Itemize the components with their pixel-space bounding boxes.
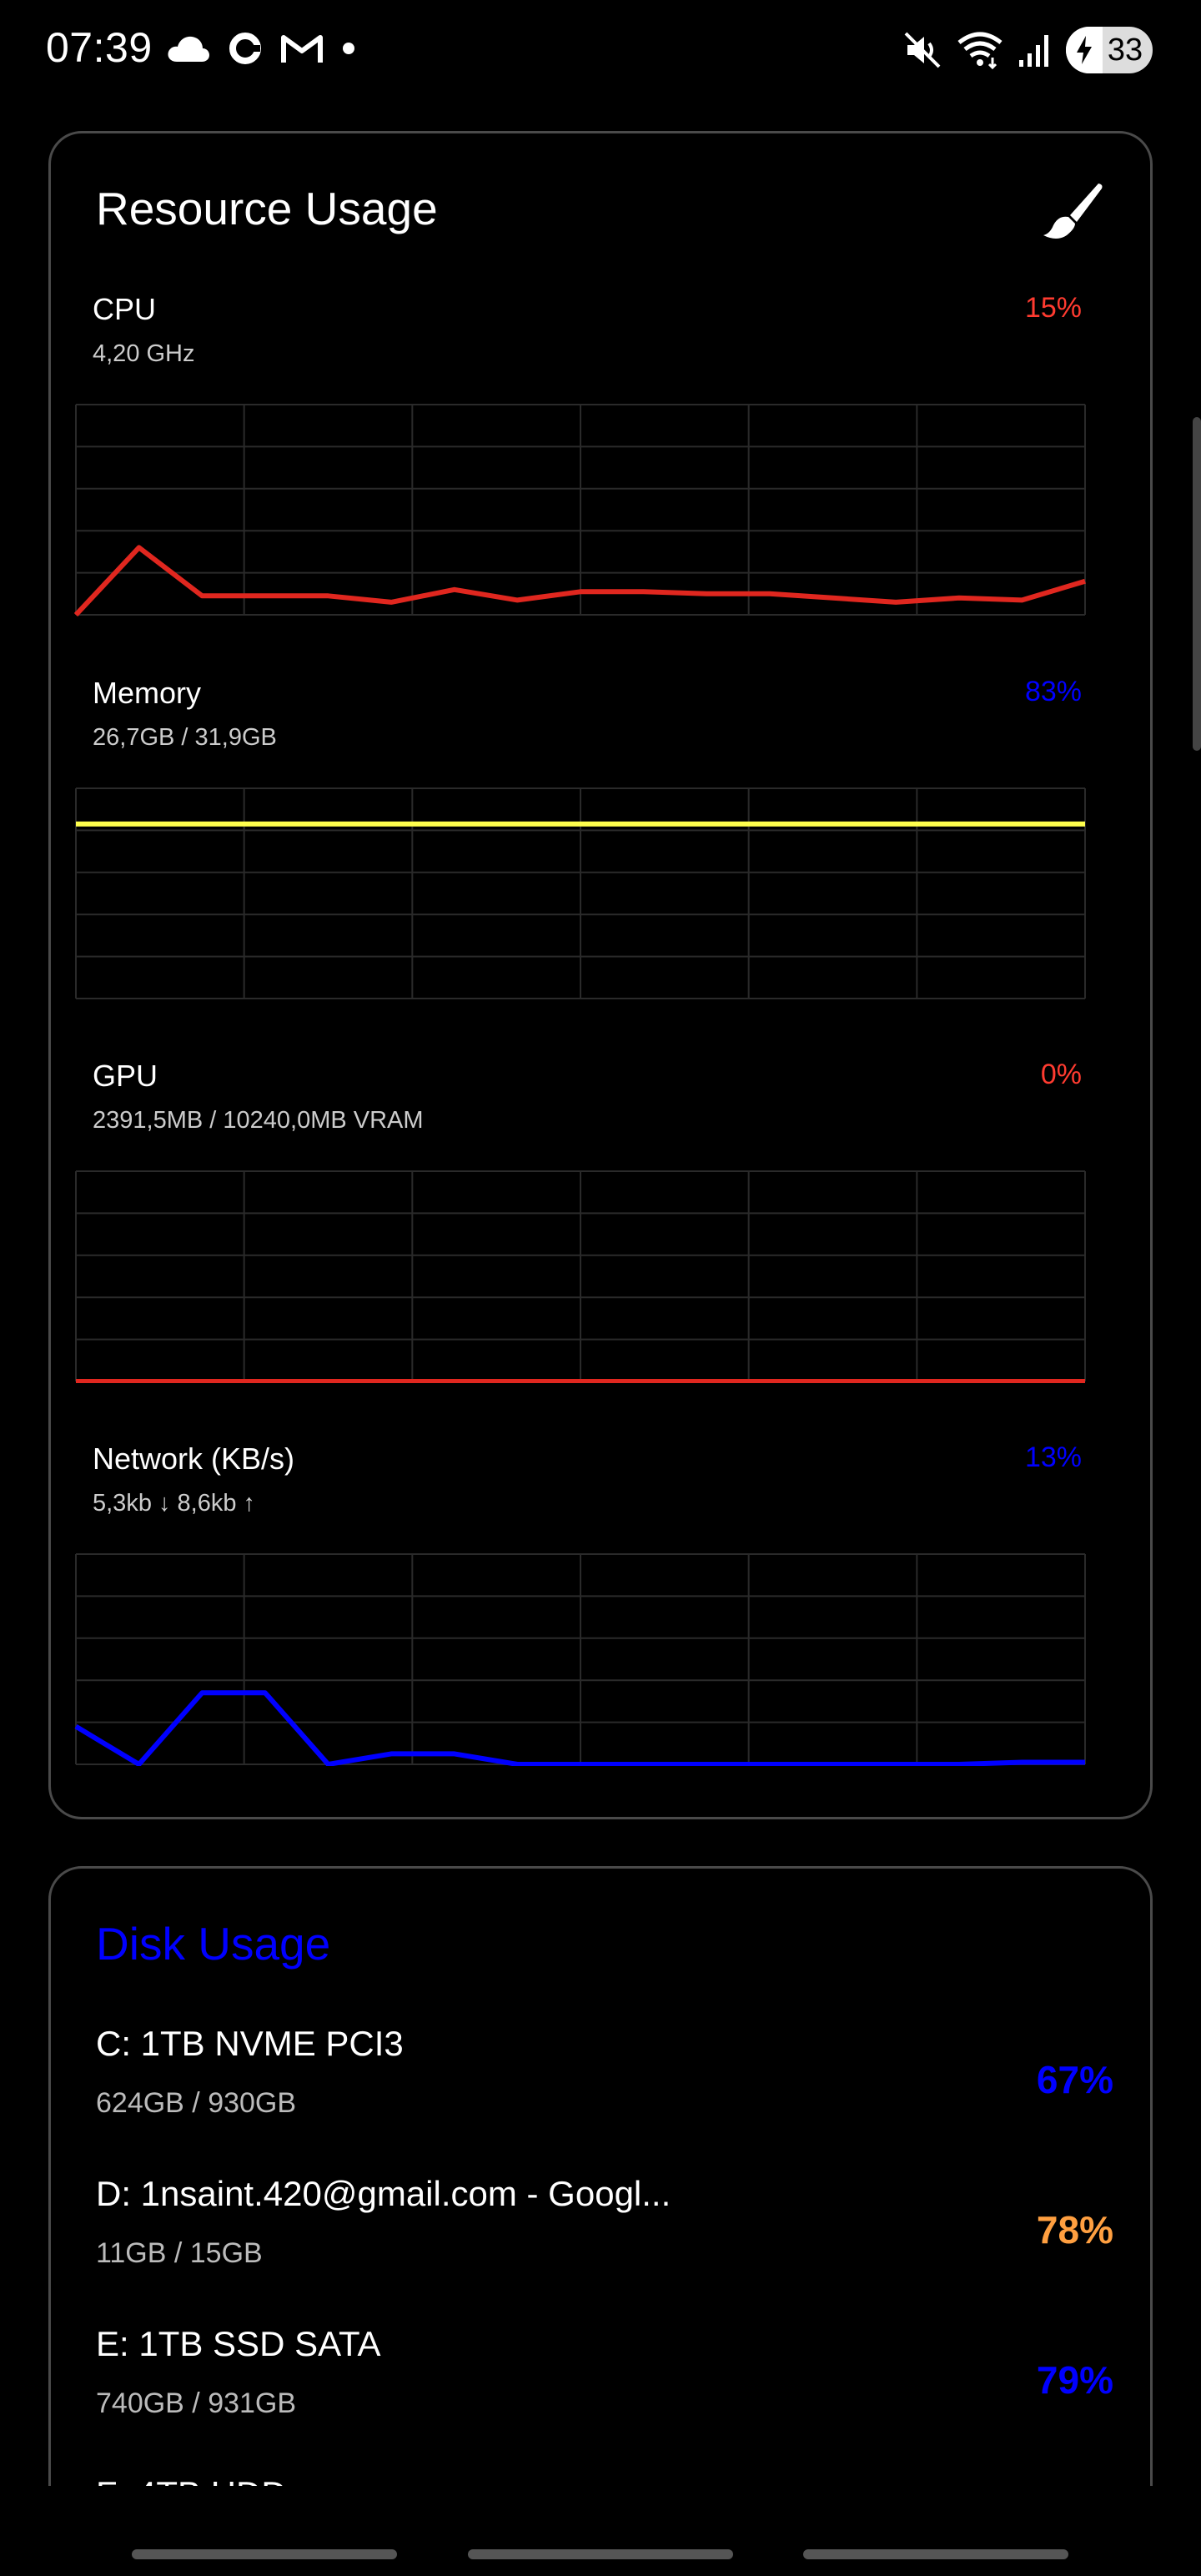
metric-detail: 2391,5MB / 10240,0MB VRAM [93, 1107, 424, 1134]
network-graph [74, 1553, 1086, 1766]
scrollbar[interactable] [1193, 417, 1201, 751]
disk-name: C: 1TB NVME PCI3 [96, 2024, 404, 2063]
dot-icon [343, 43, 354, 54]
disk-card-title: Disk Usage [96, 1918, 331, 1970]
disk-usage-card: Disk Usage C: 1TB NVME PCI3 624GB / 930G… [48, 1866, 1153, 2576]
metric-name: Memory [93, 676, 202, 710]
metric-cpu: CPU 4,20 GHz 15% [73, 292, 1132, 651]
metric-percent: 15% [1024, 292, 1082, 324]
disk-percent: 79% [1036, 2358, 1113, 2402]
app-screen: 07:39 33 Resource Usage CPU 4,20 GHz 15%… [0, 0, 1201, 2576]
disk-name: D: 1nsaint.420@gmail.com - Googl... [96, 2174, 671, 2213]
nav-recents-button[interactable] [132, 2549, 397, 2559]
disk-percent: 78% [1036, 2208, 1113, 2251]
status-time: 07:39 [46, 24, 153, 71]
metric-detail: 5,3kb ↓ 8,6kb ↑ [93, 1490, 256, 1517]
metric-detail: 26,7GB / 31,9GB [93, 724, 277, 751]
cpu-graph [73, 404, 1086, 616]
notification-icons [167, 32, 355, 65]
metric-memory: Memory 26,7GB / 31,9GB 83% [73, 676, 1132, 1034]
wifi-icon [957, 32, 1003, 69]
metric-name: GPU [93, 1059, 158, 1093]
metric-name: Network (KB/s) [93, 1441, 295, 1476]
disk-name: E: 1TB SSD SATA [96, 2324, 381, 2363]
metric-gpu: GPU 2391,5MB / 10240,0MB VRAM 0% [73, 1059, 1132, 1417]
navigation-bar [0, 2486, 1201, 2576]
card-title: Resource Usage [96, 183, 438, 234]
brush-icon[interactable] [1040, 180, 1103, 244]
nav-home-button[interactable] [468, 2549, 733, 2559]
signal-icon [1019, 35, 1048, 67]
charging-icon [1066, 27, 1103, 73]
system-icons: 33 [902, 27, 1153, 73]
gpu-graph [75, 1170, 1086, 1383]
nav-back-button[interactable] [803, 2549, 1068, 2559]
metric-name: CPU [93, 292, 157, 326]
resource-usage-card: Resource Usage CPU 4,20 GHz 15% Memory 2… [48, 131, 1153, 1819]
disk-item[interactable]: C: 1TB NVME PCI3 624GB / 930GB 67% [96, 2024, 1113, 2141]
disk-item[interactable]: D: 1nsaint.420@gmail.com - Googl... 11GB… [96, 2174, 1113, 2291]
disk-size: 11GB / 15GB [96, 2237, 263, 2269]
status-bar: 07:39 33 [0, 0, 1201, 103]
memory-graph [75, 787, 1086, 999]
metric-percent: 13% [1024, 1441, 1082, 1473]
disk-size: 740GB / 931GB [96, 2387, 297, 2419]
disk-item[interactable]: E: 1TB SSD SATA 740GB / 931GB 79% [96, 2324, 1113, 2441]
metric-network: Network (KB/s) 5,3kb ↓ 8,6kb ↑ 13% [73, 1441, 1132, 1800]
metric-percent: 83% [1024, 676, 1082, 707]
c-app-icon [229, 33, 261, 64]
metric-percent: 0% [1040, 1059, 1082, 1090]
disk-percent: 67% [1036, 2058, 1113, 2101]
cloud-icon [168, 36, 209, 62]
battery-level: 33 [1107, 32, 1143, 68]
metric-detail: 4,20 GHz [93, 340, 195, 367]
disk-size: 624GB / 930GB [96, 2087, 297, 2119]
battery-indicator: 33 [1066, 27, 1153, 73]
gmail-icon [281, 35, 323, 63]
mute-icon [904, 32, 941, 68]
